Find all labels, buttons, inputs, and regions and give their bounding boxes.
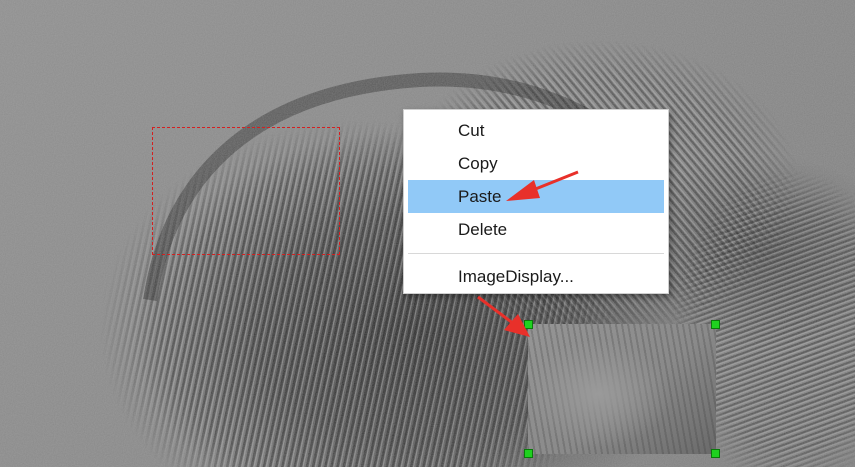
menu-item-label: Delete — [458, 220, 508, 239]
resize-handle-top-right[interactable] — [711, 320, 720, 329]
menu-item-cut[interactable]: Cut — [408, 114, 664, 147]
menu-item-label: Copy — [458, 154, 498, 173]
resize-handle-bottom-right[interactable] — [711, 449, 720, 458]
image-canvas[interactable]: Cut Copy Paste Delete ImageDisplay... — [0, 0, 855, 467]
context-menu: Cut Copy Paste Delete ImageDisplay... — [403, 109, 669, 294]
menu-item-copy[interactable]: Copy — [408, 147, 664, 180]
selection-rectangle[interactable] — [152, 127, 340, 255]
menu-item-delete[interactable]: Delete — [408, 213, 664, 246]
resize-handle-top-left[interactable] — [524, 320, 533, 329]
menu-item-label: Paste — [458, 187, 502, 206]
menu-item-imagedisplay[interactable]: ImageDisplay... — [408, 260, 664, 293]
resize-handle-bottom-left[interactable] — [524, 449, 533, 458]
pasted-image-patch[interactable] — [528, 324, 716, 454]
menu-item-paste[interactable]: Paste — [408, 180, 664, 213]
menu-item-label: ImageDisplay... — [458, 267, 574, 286]
menu-separator — [408, 253, 664, 254]
menu-item-label: Cut — [458, 121, 485, 140]
